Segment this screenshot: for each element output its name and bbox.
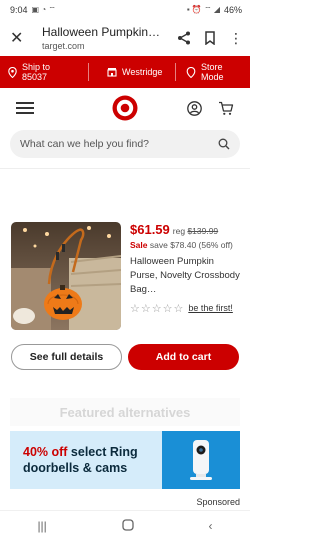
review-link[interactable]: be the first! bbox=[188, 302, 233, 314]
target-logo[interactable] bbox=[112, 95, 138, 121]
reg-prefix: reg bbox=[172, 226, 186, 236]
ad-line2: doorbells & cams bbox=[23, 461, 128, 475]
store-bar: Ship to 85037 Westridge Store Mode bbox=[0, 56, 250, 88]
browser-toolbar: ✕ Halloween Pumpkin… target.com ⋮ bbox=[0, 20, 250, 56]
page-url: target.com bbox=[42, 41, 85, 51]
close-icon[interactable]: ✕ bbox=[10, 28, 30, 48]
store-name: Westridge bbox=[122, 67, 163, 77]
search-icon[interactable] bbox=[218, 138, 230, 150]
system-icons: ▪ ⏰ ⌔ ◢ bbox=[186, 5, 220, 14]
back-icon[interactable]: ‹ bbox=[209, 519, 213, 533]
mode-line2: Mode bbox=[201, 72, 224, 82]
save-text: save $78.40 (56% off) bbox=[149, 240, 233, 250]
product-image[interactable] bbox=[11, 222, 121, 330]
mode-line1: Store bbox=[201, 62, 223, 72]
page-title: Halloween Pumpkin… bbox=[42, 25, 161, 39]
reg-price-value: $139.99 bbox=[187, 226, 219, 236]
location-pin-icon bbox=[8, 66, 17, 78]
regular-price: reg $139.99 bbox=[173, 226, 218, 236]
rating: ☆☆☆☆☆ be the first! bbox=[130, 302, 242, 315]
site-header bbox=[0, 88, 250, 128]
search-bar[interactable]: What can we help you find? bbox=[10, 130, 240, 158]
share-icon[interactable] bbox=[176, 30, 192, 46]
sponsored-label: Sponsored bbox=[196, 497, 240, 507]
ad-discount: 40% off bbox=[23, 445, 68, 459]
status-bar: 9:04 ▣ ◔ ⌔ ▪ ⏰ ⌔ ◢ 46% bbox=[0, 0, 250, 20]
ship-zip: 85037 bbox=[22, 72, 48, 82]
home-icon[interactable] bbox=[122, 518, 134, 534]
sale-label: Sale bbox=[130, 240, 148, 250]
recent-apps-icon[interactable]: ||| bbox=[37, 519, 46, 533]
android-nav-bar: ||| ‹ bbox=[0, 510, 250, 541]
ring-ad-banner[interactable]: 40% off select Ring doorbells & cams bbox=[10, 431, 240, 489]
more-options-icon[interactable]: ⋮ bbox=[228, 30, 244, 46]
account-icon[interactable] bbox=[187, 100, 202, 116]
store-mode-icon bbox=[186, 66, 196, 78]
ad-line1-rest: select Ring bbox=[67, 445, 138, 459]
sale-price: $61.59 bbox=[130, 222, 170, 237]
ship-to-button[interactable]: Ship to 85037 bbox=[8, 62, 88, 82]
sale-info: Sale save $78.40 (56% off) bbox=[130, 240, 242, 250]
store-icon bbox=[107, 68, 117, 77]
battery-percent: 46% bbox=[223, 5, 242, 15]
search-input[interactable]: What can we help you find? bbox=[20, 138, 218, 150]
add-to-cart-button[interactable]: Add to cart bbox=[128, 344, 239, 370]
cart-icon[interactable] bbox=[218, 101, 234, 116]
see-full-details-button[interactable]: See full details bbox=[11, 344, 122, 370]
store-selector-button[interactable]: Westridge bbox=[89, 67, 175, 77]
product-name[interactable]: Halloween Pumpkin Purse, Novelty Crossbo… bbox=[130, 255, 242, 297]
divider bbox=[0, 168, 250, 169]
rating-stars-icon: ☆☆☆☆☆ bbox=[130, 303, 185, 315]
notification-icons: ▣ ◔ ⌔ bbox=[31, 5, 56, 14]
bookmark-icon[interactable] bbox=[202, 30, 218, 46]
ship-label: Ship to bbox=[22, 62, 51, 72]
ad-text: 40% off select Ring doorbells & cams bbox=[10, 444, 162, 476]
menu-icon[interactable] bbox=[16, 99, 34, 117]
featured-alternatives-heading: Featured alternatives bbox=[10, 398, 240, 426]
ad-image bbox=[162, 431, 240, 489]
product-info: $61.59 reg $139.99 Sale save $78.40 (56%… bbox=[130, 222, 242, 315]
time: 9:04 bbox=[10, 5, 28, 15]
camera-icon bbox=[190, 440, 212, 480]
store-mode-button[interactable]: Store Mode bbox=[176, 62, 242, 82]
